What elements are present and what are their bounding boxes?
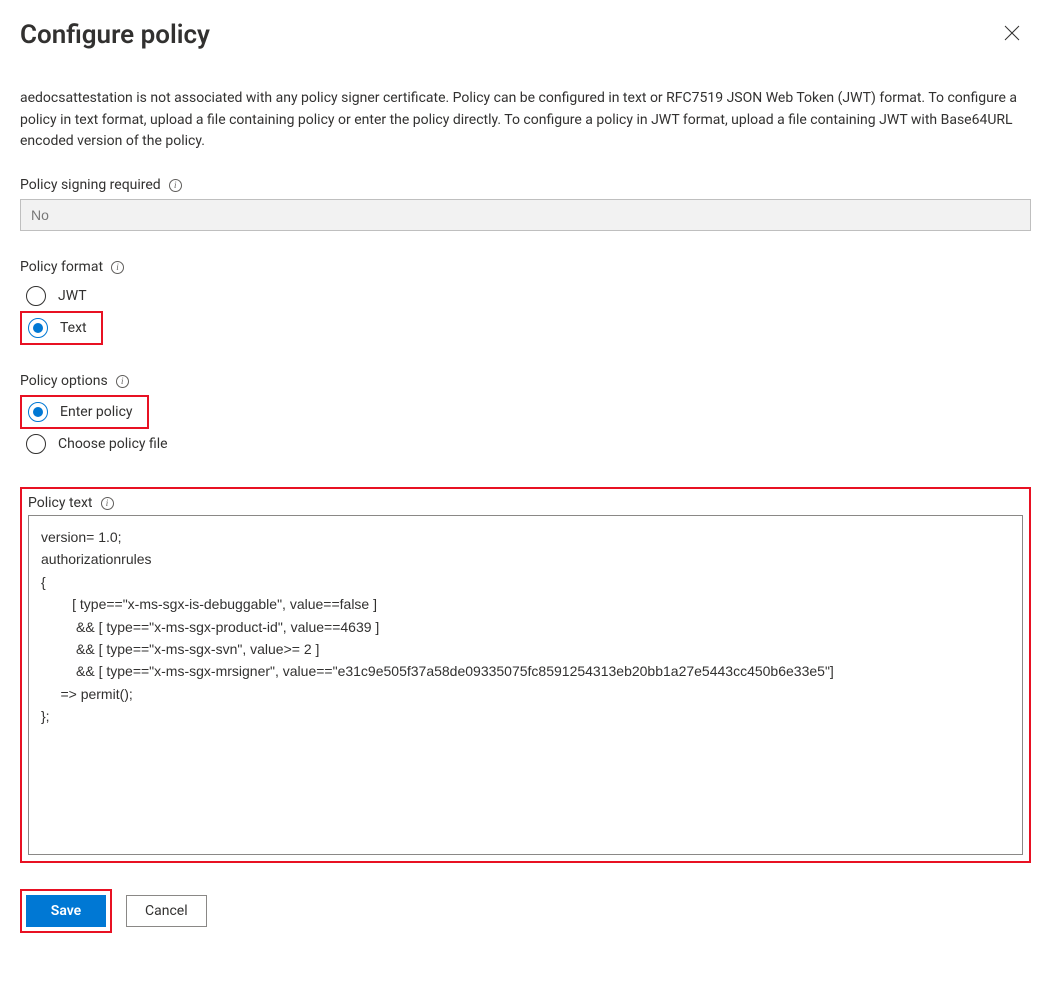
- policy-text-label: Policy text: [28, 495, 93, 511]
- radio-icon: [28, 318, 48, 338]
- radio-file-label: Choose policy file: [58, 436, 168, 452]
- info-icon[interactable]: i: [116, 375, 129, 388]
- close-button[interactable]: [1003, 24, 1021, 42]
- signing-label: Policy signing required: [20, 177, 161, 193]
- info-icon[interactable]: i: [111, 261, 124, 274]
- cancel-button[interactable]: Cancel: [126, 895, 207, 927]
- radio-jwt[interactable]: JWT: [20, 281, 1031, 311]
- radio-choose-file[interactable]: Choose policy file: [20, 429, 1031, 459]
- format-label: Policy format: [20, 259, 103, 275]
- description-text: aedocsattestation is not associated with…: [20, 88, 1031, 153]
- radio-enter-policy[interactable]: Enter policy: [22, 397, 147, 427]
- radio-jwt-label: JWT: [58, 288, 87, 304]
- close-icon: [1004, 25, 1020, 41]
- signing-input: [20, 199, 1031, 231]
- radio-enter-label: Enter policy: [60, 404, 133, 420]
- radio-text[interactable]: Text: [22, 313, 101, 343]
- radio-icon: [28, 402, 48, 422]
- radio-icon: [26, 434, 46, 454]
- radio-icon: [26, 286, 46, 306]
- save-button[interactable]: Save: [26, 895, 106, 927]
- options-label: Policy options: [20, 373, 108, 389]
- radio-text-label: Text: [60, 320, 87, 336]
- info-icon[interactable]: i: [101, 497, 114, 510]
- policy-textarea[interactable]: [28, 515, 1023, 855]
- info-icon[interactable]: i: [169, 179, 182, 192]
- page-title: Configure policy: [20, 20, 210, 50]
